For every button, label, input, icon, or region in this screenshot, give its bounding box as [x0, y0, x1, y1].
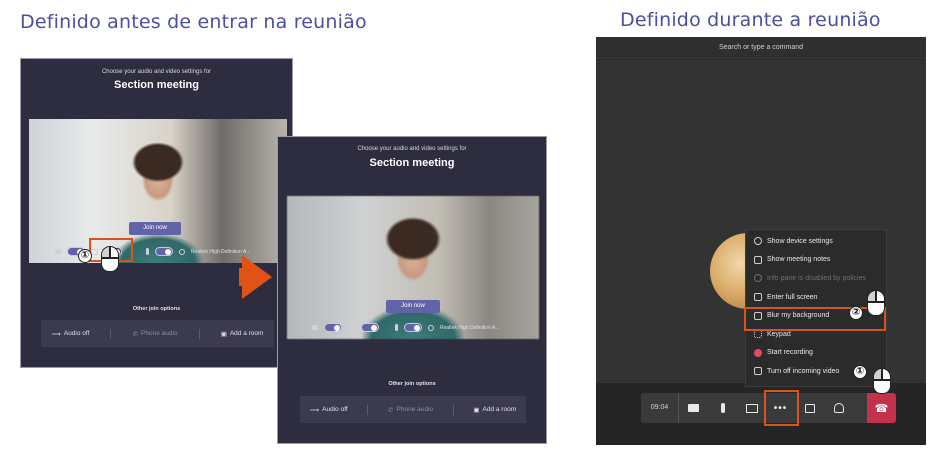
- command-bar[interactable]: Search or type a command: [596, 37, 926, 59]
- join-options-bar: ⟿ Audio off ✆ Phone audio ▣ Add a room: [41, 320, 274, 347]
- call-duration: 09:04: [641, 393, 679, 423]
- prejoin-subtitle: Choose your audio and video settings for: [357, 146, 467, 152]
- menu-item-device-settings[interactable]: Show device settings: [746, 232, 886, 251]
- add-room-option[interactable]: ▣ Add a room: [221, 330, 264, 338]
- step-one-marker: ①: [78, 249, 92, 263]
- menu-item-info-pane: Info pane is disabled by policies: [746, 269, 886, 288]
- camera-button[interactable]: [679, 393, 708, 423]
- camera-toggle[interactable]: [324, 323, 342, 332]
- room-icon: ▣: [473, 406, 480, 414]
- share-screen-icon: [745, 403, 758, 413]
- phone-audio-option[interactable]: ✆ Phone audio: [388, 406, 433, 414]
- menu-item-start-recording[interactable]: Start recording: [746, 344, 886, 363]
- divider: [452, 404, 454, 415]
- notes-icon: [754, 255, 762, 264]
- record-icon: [754, 348, 762, 357]
- microphone-toggle[interactable]: [404, 323, 422, 332]
- menu-item-label: Show device settings: [767, 237, 833, 245]
- mouse-icon: [101, 246, 119, 272]
- microphone-icon: [146, 248, 149, 255]
- add-room-label: Add a room: [482, 406, 517, 413]
- keypad-icon: [754, 330, 762, 339]
- audio-off-icon: ⟿: [309, 406, 320, 414]
- menu-item-meeting-notes[interactable]: Show meeting notes: [746, 251, 886, 270]
- phone-audio-option[interactable]: ✆ Phone audio: [133, 330, 178, 338]
- other-join-options-label: Other join options: [132, 306, 181, 312]
- room-icon: ▣: [220, 330, 227, 338]
- audio-off-option[interactable]: ⟿ Audio off: [310, 406, 348, 414]
- device-controls: Realtek High Definition A...: [312, 323, 499, 332]
- audio-device-label[interactable]: Realtek High Definition A...: [191, 249, 250, 255]
- heading-before-meeting: Definido antes de entrar na reunião: [20, 11, 367, 33]
- menu-item-label: Keypad: [767, 330, 791, 338]
- arrow-right-icon: [242, 255, 272, 299]
- add-room-label: Add a room: [229, 330, 264, 337]
- menu-item-label: Start recording: [767, 349, 813, 357]
- participants-button[interactable]: [824, 393, 853, 423]
- audio-off-option[interactable]: ⟿ Audio off: [52, 330, 90, 338]
- gear-icon: [179, 248, 185, 255]
- camera-icon: [312, 325, 318, 330]
- divider: [367, 404, 369, 415]
- microphone-icon: [395, 324, 398, 331]
- info-icon: [754, 274, 762, 283]
- blur-background-icon: [348, 324, 355, 331]
- microphone-icon: [720, 403, 725, 413]
- menu-item-label: Info pane is disabled by policies: [767, 274, 866, 282]
- mouse-icon: [873, 368, 891, 394]
- divider: [110, 328, 112, 339]
- blur-option-highlight: [744, 307, 886, 331]
- participants-icon: [833, 403, 844, 413]
- more-options-highlight: [764, 390, 799, 426]
- heading-during-meeting: Definido durante a reunião: [620, 9, 881, 31]
- phone-icon: ✆: [388, 406, 394, 414]
- prejoin-title: Section meeting: [114, 79, 199, 91]
- audio-off-icon: ⟿: [51, 330, 61, 338]
- menu-item-label: Turn off incoming video: [767, 367, 840, 375]
- menu-item-label: Show meeting notes: [767, 256, 831, 264]
- prejoin-panel-after: Choose your audio and video settings for…: [277, 136, 547, 444]
- join-now-button[interactable]: Join now: [386, 300, 440, 313]
- add-room-option[interactable]: ▣ Add a room: [473, 406, 516, 414]
- audio-device-label[interactable]: Realtek High Definition A...: [440, 325, 499, 331]
- menu-item-label: Enter full screen: [767, 293, 818, 301]
- prejoin-panel-before: Choose your audio and video settings for…: [20, 58, 293, 368]
- microphone-toggle[interactable]: [155, 247, 173, 256]
- share-screen-button[interactable]: [737, 393, 766, 423]
- other-join-options-label: Other join options: [388, 381, 436, 387]
- menu-item-full-screen[interactable]: Enter full screen: [746, 288, 886, 307]
- camera-icon: [688, 404, 699, 412]
- gear-icon: [754, 237, 762, 246]
- hang-up-icon: ☎: [874, 402, 889, 415]
- microphone-button[interactable]: [708, 393, 737, 423]
- join-options-bar: ⟿ Audio off ✆ Phone audio ▣ Add a room: [300, 396, 526, 423]
- gear-icon: [428, 324, 434, 331]
- phone-audio-label: Phone audio: [396, 406, 434, 413]
- background-blur-toggle[interactable]: [361, 323, 379, 332]
- video-off-icon: [754, 367, 762, 376]
- blurred-camera-preview: [287, 196, 539, 339]
- step-two-marker: ②: [849, 306, 863, 320]
- divider: [198, 328, 200, 339]
- step-one-marker: ①: [853, 365, 867, 379]
- camera-icon: [55, 249, 61, 254]
- hang-up-button[interactable]: ☎: [867, 393, 896, 423]
- audio-off-label: Audio off: [63, 330, 90, 337]
- chat-icon: [804, 403, 815, 413]
- phone-icon: ✆: [132, 330, 139, 338]
- prejoin-title: Section meeting: [369, 157, 455, 169]
- mouse-icon: [867, 290, 885, 316]
- join-now-button[interactable]: Join now: [129, 222, 181, 235]
- audio-off-label: Audio off: [322, 406, 348, 413]
- fullscreen-icon: [754, 293, 762, 302]
- phone-audio-label: Phone audio: [141, 330, 178, 337]
- prejoin-subtitle: Choose your audio and video settings for: [101, 69, 212, 75]
- camera-preview: [29, 119, 287, 263]
- chat-button[interactable]: [795, 393, 824, 423]
